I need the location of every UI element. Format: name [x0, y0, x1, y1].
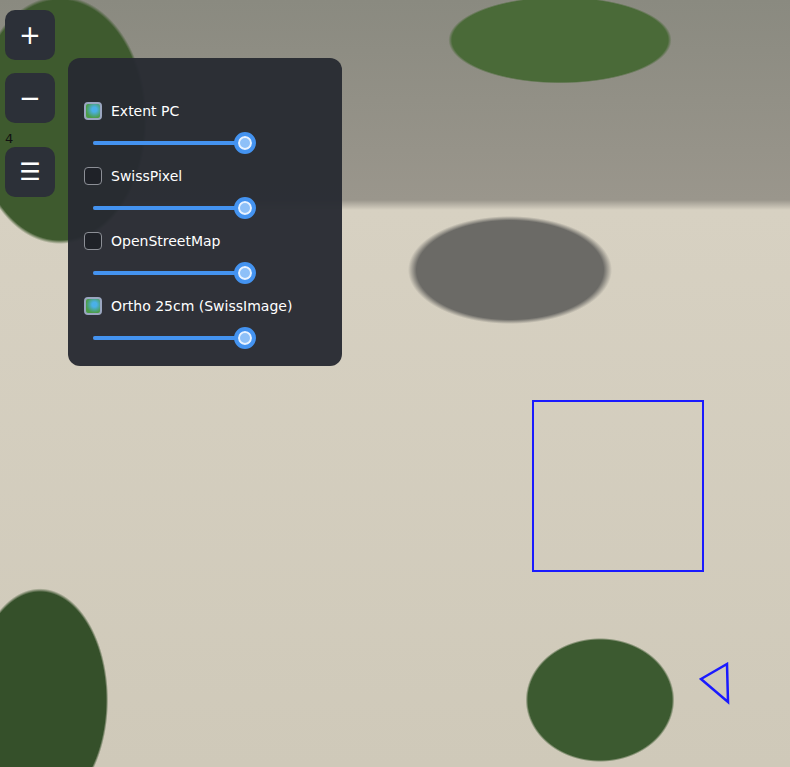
- menu-button[interactable]: ☰: [5, 147, 55, 197]
- opacity-slider[interactable]: [93, 132, 253, 154]
- layer-label: OpenStreetMap: [111, 233, 220, 249]
- layer-row: Ortho 25cm (SwissImage): [84, 295, 326, 349]
- opacity-slider[interactable]: [93, 262, 253, 284]
- extent-rectangle: [532, 400, 704, 572]
- map-controls: + − 4☰: [5, 10, 55, 210]
- layer-checkbox[interactable]: [84, 297, 102, 315]
- map-view[interactable]: + − 4☰ Extent PC SwissPixel OpenStreetMap Orth…: [0, 0, 790, 767]
- layer-checkbox[interactable]: [84, 102, 102, 120]
- layer-label: Ortho 25cm (SwissImage): [111, 298, 292, 314]
- layer-label: Extent PC: [111, 103, 179, 119]
- camera-marker-icon: [699, 662, 739, 712]
- layer-row: Extent PC: [84, 100, 326, 154]
- opacity-slider[interactable]: [93, 327, 253, 349]
- layer-checkbox[interactable]: [84, 232, 102, 250]
- zoom-in-button[interactable]: +: [5, 10, 55, 60]
- layer-row: SwissPixel: [84, 165, 326, 219]
- layer-panel: Extent PC SwissPixel OpenStreetMap Ortho 25…: [68, 58, 342, 366]
- zoom-level: 4: [5, 132, 13, 146]
- layer-row: OpenStreetMap: [84, 230, 326, 284]
- opacity-slider[interactable]: [93, 197, 253, 219]
- layer-label: SwissPixel: [111, 168, 182, 184]
- zoom-out-button[interactable]: −: [5, 73, 55, 123]
- layer-checkbox[interactable]: [84, 167, 102, 185]
